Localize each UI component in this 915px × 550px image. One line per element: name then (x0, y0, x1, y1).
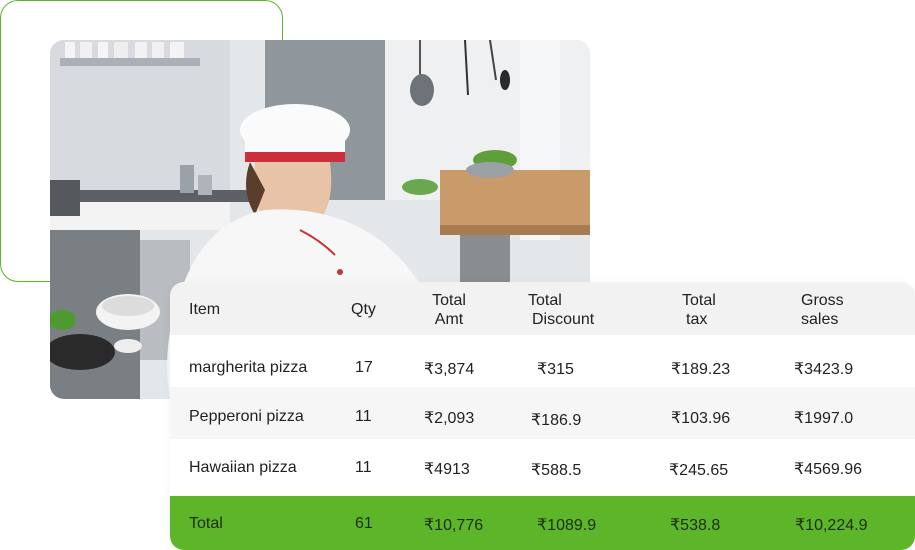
cell-item: Pepperoni pizza (189, 408, 304, 425)
header-total-tax-line2: tax (686, 311, 708, 328)
total-discount: ₹1089.9 (537, 517, 597, 534)
cell-total-tax: ₹245.65 (669, 462, 729, 479)
total-qty: 61 (355, 515, 373, 532)
header-total-discount-line1: Total (528, 292, 562, 309)
cell-total-discount: ₹588.5 (531, 462, 582, 479)
header-gross-sales-line1: Gross (801, 292, 844, 309)
sales-table: Item Qty Total Amt Total Discount Total … (170, 282, 915, 550)
table-row: margherita pizza 17 ₹3,874 ₹315 ₹189.23 … (170, 335, 915, 387)
cell-qty: 11 (355, 408, 372, 425)
cell-qty: 17 (355, 359, 373, 376)
header-gross-sales-line2: sales (801, 311, 839, 328)
cell-total-discount: ₹315 (537, 361, 574, 378)
cell-item: margherita pizza (189, 359, 308, 376)
cell-total-tax: ₹103.96 (671, 410, 731, 427)
header-total-tax: Total tax (682, 291, 716, 329)
cell-gross-sales: ₹4569.96 (794, 461, 863, 478)
header-total-amt-line1: Total (432, 292, 466, 309)
header-total-discount: Total Discount (528, 291, 594, 329)
cell-gross-sales: ₹1997.0 (794, 410, 854, 427)
header-gross-sales: Gross sales (801, 291, 844, 329)
cell-total-tax: ₹189.23 (671, 361, 731, 378)
table-row: Hawaiian pizza 11 ₹4913 ₹588.5 ₹245.65 ₹… (170, 439, 915, 496)
total-row: Total 61 ₹10,776 ₹1089.9 ₹538.8 ₹10,224.… (170, 496, 915, 550)
total-gross-sales: ₹10,224.9 (795, 517, 868, 534)
total-label: Total (189, 515, 223, 532)
cell-total-amt: ₹2,093 (424, 410, 475, 427)
table-header-row: Item Qty Total Amt Total Discount Total … (170, 282, 915, 335)
table-row: Pepperoni pizza 11 ₹2,093 ₹186.9 ₹103.96… (170, 387, 915, 439)
cell-item: Hawaiian pizza (189, 459, 297, 476)
total-amt: ₹10,776 (424, 517, 484, 534)
cell-qty: 11 (355, 459, 372, 476)
cell-total-amt: ₹3,874 (424, 361, 475, 378)
header-item: Item (189, 301, 221, 318)
header-total-tax-line1: Total (682, 292, 716, 309)
header-total-discount-line2: Discount (532, 311, 595, 328)
cell-total-discount: ₹186.9 (531, 412, 582, 429)
cell-gross-sales: ₹3423.9 (794, 361, 854, 378)
header-total-amt: Total Amt (426, 291, 472, 329)
header-total-amt-line2: Amt (434, 311, 464, 328)
total-tax: ₹538.8 (670, 517, 721, 534)
cell-total-amt: ₹4913 (424, 461, 470, 478)
header-qty: Qty (351, 301, 376, 318)
